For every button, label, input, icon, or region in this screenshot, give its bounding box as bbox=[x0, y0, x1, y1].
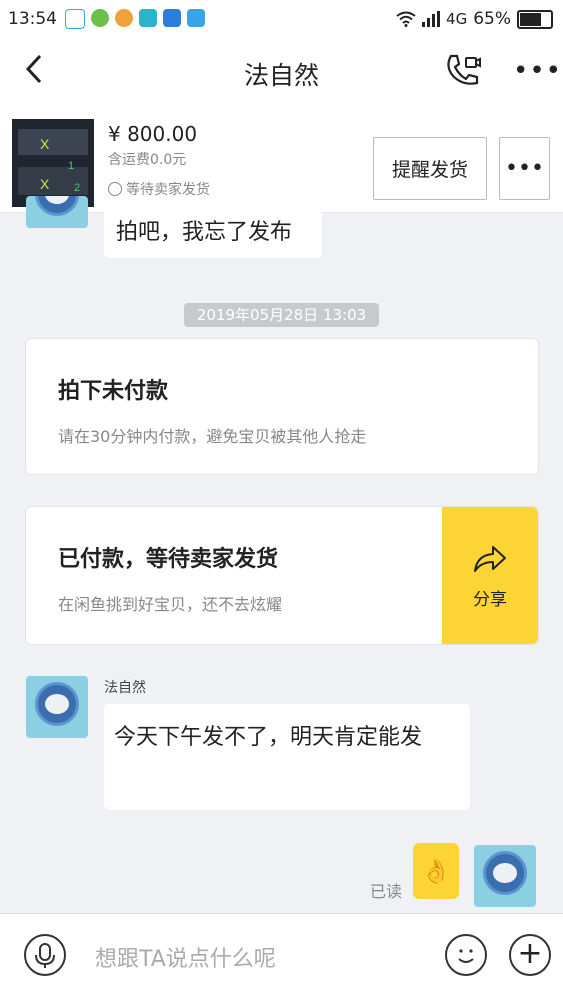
chat-header: 法自然 ••• bbox=[0, 38, 563, 108]
message-bubble: 今天下午发不了，明天肯定能发 bbox=[104, 704, 470, 810]
order-status-text: 等待卖家发货 bbox=[126, 182, 210, 198]
share-label: 分享 bbox=[473, 590, 507, 610]
wifi-icon bbox=[396, 11, 416, 27]
signal-icon bbox=[422, 11, 441, 27]
seller-avatar[interactable] bbox=[26, 196, 88, 228]
card-title: 已付款，等待卖家发货 bbox=[58, 547, 279, 572]
remind-ship-button[interactable]: 提醒发货 bbox=[373, 137, 487, 200]
status-time: 13:54 bbox=[8, 9, 57, 29]
network-type: 4G bbox=[446, 10, 468, 28]
add-attachment-icon[interactable]: + bbox=[509, 934, 551, 976]
dolphin-app-icon bbox=[163, 9, 181, 27]
svg-text:X: X bbox=[40, 176, 50, 192]
paid-order-card[interactable]: 已付款，等待卖家发货 在闲鱼挑到好宝贝，还不去炫耀 分享 bbox=[25, 506, 539, 645]
sender-name: 法自然 bbox=[104, 680, 146, 696]
svg-text:2: 2 bbox=[74, 182, 80, 194]
card-description: 请在30分钟内付款，避免宝贝被其他人抢走 bbox=[58, 427, 367, 446]
plus-app-icon bbox=[91, 9, 109, 27]
more-menu-icon[interactable]: ••• bbox=[513, 56, 562, 86]
input-bar: 想跟TA说点什么呢 + bbox=[0, 913, 563, 1001]
svg-text:X: X bbox=[40, 136, 50, 152]
order-more-button[interactable]: ••• bbox=[499, 137, 550, 200]
share-icon bbox=[474, 546, 506, 572]
svg-text:1: 1 bbox=[68, 160, 74, 172]
message-input[interactable]: 想跟TA说点什么呢 bbox=[95, 941, 276, 973]
ok-hand-sticker[interactable]: 👌 bbox=[413, 843, 459, 899]
status-bar: 13:54 4G 65% bbox=[0, 0, 563, 38]
battery-icon bbox=[517, 9, 553, 29]
call-icon[interactable] bbox=[443, 52, 481, 94]
chat-app-icon bbox=[187, 9, 205, 27]
my-avatar[interactable] bbox=[474, 845, 536, 907]
card-description: 在闲鱼挑到好宝贝，还不去炫耀 bbox=[58, 595, 283, 614]
product-thumbnail[interactable]: X X 1 2 bbox=[12, 119, 94, 207]
read-status: 已读 bbox=[370, 882, 403, 901]
shipping-fee: 含运费0.0元 bbox=[108, 152, 187, 168]
card-title: 拍下未付款 bbox=[58, 379, 169, 404]
emoji-icon[interactable] bbox=[445, 934, 487, 976]
seller-avatar[interactable] bbox=[26, 676, 88, 738]
microphone-icon[interactable] bbox=[24, 934, 66, 976]
share-button[interactable]: 分享 bbox=[442, 507, 538, 644]
qq-icon bbox=[65, 9, 85, 29]
clock-icon bbox=[108, 182, 122, 196]
scan-app-icon bbox=[139, 9, 157, 27]
notification-icons bbox=[65, 9, 205, 29]
message-timestamp: 2019年05月28日 13:03 bbox=[184, 303, 379, 327]
message-text: 拍吧，我忘了发布 bbox=[116, 220, 293, 245]
order-price: ¥ 800.00 bbox=[108, 122, 198, 146]
message-text: 今天下午发不了，明天肯定能发 bbox=[114, 725, 423, 750]
unpaid-order-card[interactable]: 拍下未付款 请在30分钟内付款，避免宝贝被其他人抢走 bbox=[25, 338, 539, 475]
order-status: 等待卖家发货 bbox=[108, 179, 210, 199]
message-bubble: 拍吧，我忘了发布 bbox=[104, 212, 322, 258]
battery-percent: 65% bbox=[473, 9, 511, 29]
brush-app-icon bbox=[115, 9, 133, 27]
